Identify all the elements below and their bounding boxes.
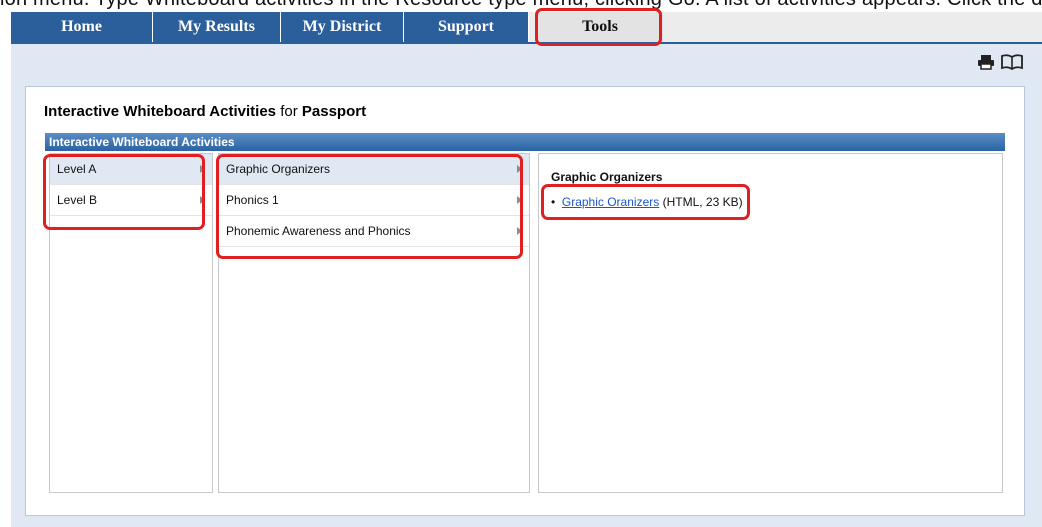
chevron-right-icon <box>200 165 205 173</box>
open-book-icon[interactable] <box>1001 54 1023 75</box>
page-toolbar <box>11 44 1042 78</box>
tab-my-district[interactable]: My District <box>281 12 404 42</box>
category-item-label: Phonemic Awareness and Phonics <box>226 224 411 238</box>
level-item-a[interactable]: Level A <box>50 154 212 185</box>
category-item-label: Graphic Organizers <box>226 162 331 176</box>
page-title: Interactive Whiteboard Activities for Pa… <box>44 103 366 120</box>
page-title-main: Interactive Whiteboard Activities <box>44 103 277 120</box>
file-meta: (HTML, 23 KB) <box>662 195 743 209</box>
category-item-label: Phonics 1 <box>226 193 279 207</box>
category-item-phonemic-awareness[interactable]: Phonemic Awareness and Phonics <box>219 216 529 247</box>
category-item-graphic-organizers[interactable]: Graphic Organizers <box>219 154 529 185</box>
graphic-organizers-link[interactable]: Graphic Oranizers <box>562 195 659 209</box>
tab-support[interactable]: Support <box>404 12 529 42</box>
top-cropped-text-content: ion menu. Type Whiteboard activities in … <box>0 0 1042 11</box>
level-item-label: Level B <box>57 193 98 207</box>
detail-column: Graphic Organizers • Graphic Oranizers (… <box>538 153 1003 493</box>
category-item-phonics-1[interactable]: Phonics 1 <box>219 185 529 216</box>
chevron-right-icon <box>517 196 522 204</box>
chevron-right-icon <box>517 165 522 173</box>
top-cropped-text: ion menu. Type Whiteboard activities in … <box>0 0 1042 12</box>
page-title-for: for <box>280 103 298 120</box>
main-nav: Home My Results My District Support Tool… <box>11 12 1042 42</box>
level-item-label: Level A <box>57 162 97 176</box>
list-item: • Graphic Oranizers (HTML, 23 KB) <box>551 195 743 209</box>
levels-column: Level A Level B <box>49 153 213 493</box>
tab-home[interactable]: Home <box>11 12 153 42</box>
tab-tools[interactable]: Tools <box>537 12 663 42</box>
bullet: • <box>551 195 556 209</box>
tab-my-results[interactable]: My Results <box>153 12 281 42</box>
categories-column: Graphic Organizers Phonics 1 Phonemic Aw… <box>218 153 530 493</box>
detail-title: Graphic Organizers <box>551 170 663 184</box>
printer-icon[interactable] <box>977 54 995 75</box>
section-header: Interactive Whiteboard Activities <box>45 133 1005 151</box>
chevron-right-icon <box>200 196 205 204</box>
page-title-program: Passport <box>301 103 367 120</box>
level-item-b[interactable]: Level B <box>50 185 212 216</box>
chevron-right-icon <box>517 227 522 235</box>
